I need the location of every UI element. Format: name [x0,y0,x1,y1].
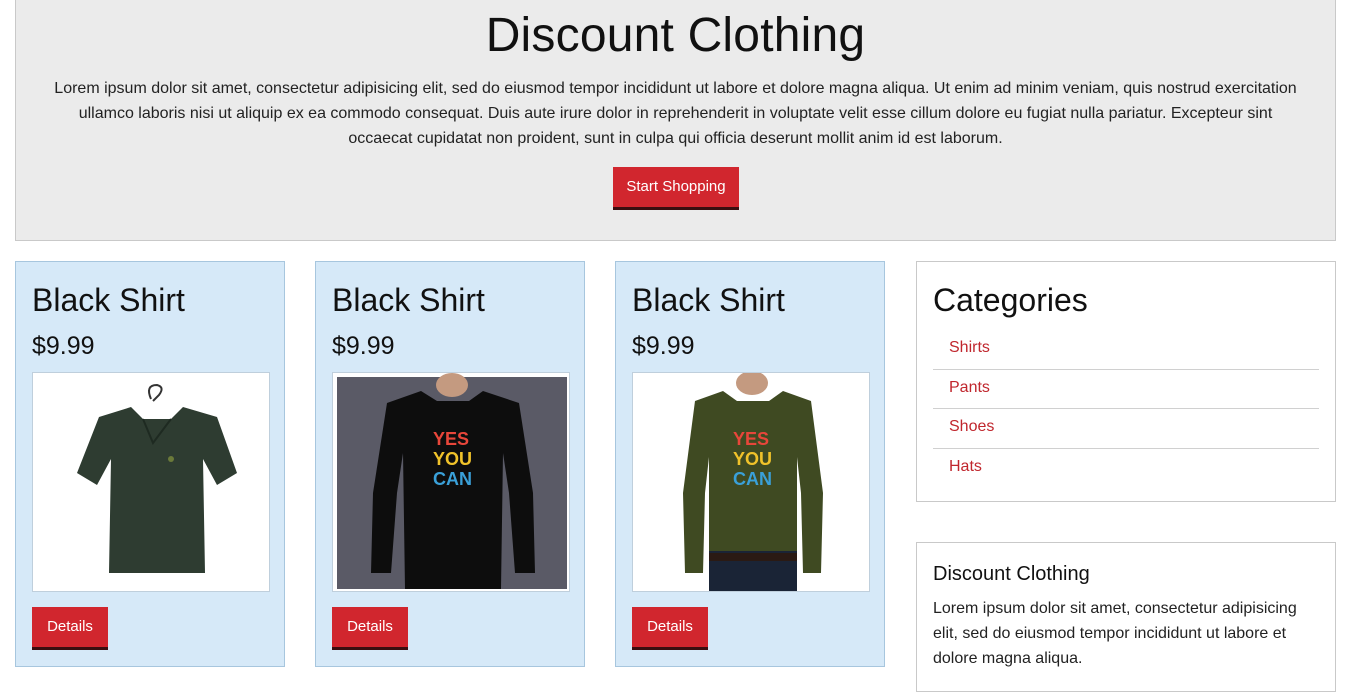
polo-shirt-image [33,373,269,591]
svg-text:YES: YES [433,429,469,449]
product-image-green-polo [32,372,270,592]
svg-text:YES: YES [733,429,769,449]
svg-text:YOU: YOU [433,449,472,469]
product-image-olive-tshirt: YES YOU CAN [632,372,870,592]
about-title: Discount Clothing [933,563,1090,585]
about-panel: Discount Clothing Lorem ipsum dolor sit … [916,542,1336,692]
hero-description: Lorem ipsum dolor sit amet, consectetur … [54,80,1297,147]
hero-banner: Discount Clothing Lorem ipsum dolor sit … [15,0,1336,241]
product-card: Black Shirt $9.99 Details [15,261,285,667]
product-price: $9.99 [332,332,395,360]
category-link-shirts[interactable]: Shirts [933,330,1319,370]
about-text: Lorem ipsum dolor sit amet, consectetur … [933,600,1297,667]
categories-panel: Categories Shirts Pants Shoes Hats [916,261,1336,502]
product-card: Black Shirt $9.99 YES YOU CAN Details [315,261,585,667]
black-tshirt-image: YES YOU CAN [337,373,567,589]
details-button[interactable]: Details [632,607,708,650]
category-link-pants[interactable]: Pants [933,370,1319,409]
product-name: Black Shirt [632,282,785,318]
details-button[interactable]: Details [332,607,408,650]
product-name: Black Shirt [332,282,485,318]
product-image-black-tshirt: YES YOU CAN [332,372,570,592]
start-shopping-button[interactable]: Start Shopping [613,167,739,210]
product-price: $9.99 [632,332,695,360]
product-price: $9.99 [32,332,95,360]
hero-title: Discount Clothing [485,9,866,62]
olive-tshirt-image: YES YOU CAN [633,373,869,591]
categories-list: Shirts Pants Shoes Hats [933,330,1319,488]
product-name: Black Shirt [32,282,185,318]
category-link-shoes[interactable]: Shoes [933,409,1319,449]
svg-text:CAN: CAN [733,469,772,489]
category-link-hats[interactable]: Hats [933,449,1319,489]
product-card: Black Shirt $9.99 YES YOU CAN Details [615,261,885,667]
categories-title: Categories [933,282,1088,318]
svg-text:YOU: YOU [733,449,772,469]
details-button[interactable]: Details [32,607,108,650]
svg-text:CAN: CAN [433,469,472,489]
